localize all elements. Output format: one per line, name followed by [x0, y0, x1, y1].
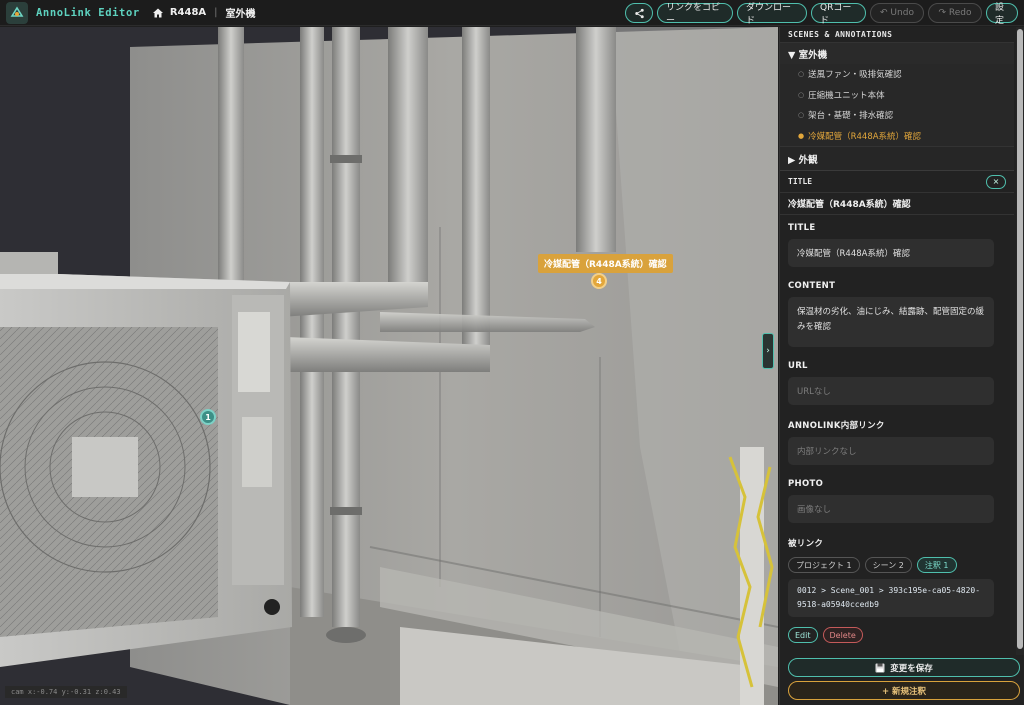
undo-button[interactable]: ↶ Undo [870, 3, 924, 23]
chip-scene[interactable]: シーン 2 [864, 557, 912, 573]
close-detail-button[interactable]: × [986, 174, 1006, 189]
backlinks-field-label: 被リンク [788, 539, 824, 549]
annotation-marker-4[interactable]: 4 [591, 273, 607, 289]
sidebar: SCENES & ANNOTATIONS ▼ 室外機 ○ 送風ファン・吸排気確認… [779, 27, 1024, 705]
download-button[interactable]: ダウンロード [737, 3, 807, 26]
toolbar-actions: リンクをコピー ダウンロード QRコード ↶ Undo ↷ Redo 設定 [625, 3, 1018, 26]
delete-button[interactable]: Delete [822, 627, 863, 643]
detail-header-label: TITLE [788, 177, 813, 186]
annolink-logo-icon[interactable] [6, 1, 28, 24]
settings-button[interactable]: 設定 [986, 3, 1018, 26]
qr-code-button[interactable]: QRコード [811, 3, 866, 26]
bullet-icon: ○ [798, 111, 805, 120]
3d-viewport[interactable]: 冷媒配管（R448A系統）確認 4 1 cam x:-0.74 y:-0.31 … [0, 27, 778, 705]
camera-coordinates: cam x:-0.74 y:-0.31 z:0.43 [5, 686, 127, 698]
bullet-icon: ● [798, 131, 805, 140]
bullet-icon: ○ [798, 90, 805, 99]
scene-group-exterior[interactable]: ▶ 外観 [780, 146, 1014, 171]
bullet-icon: ○ [798, 70, 805, 79]
content-field-label: CONTENT [788, 281, 836, 291]
copy-link-button[interactable]: リンクをコピー [657, 3, 733, 26]
backlink-path[interactable]: 0012 > Scene_001 > 393c195e-ca05-4820-95… [788, 579, 994, 617]
breadcrumb-scene: 室外機 [225, 9, 256, 20]
backlink-actions: Edit Delete [788, 627, 1014, 643]
annotation-marker-1[interactable]: 1 [200, 409, 216, 425]
photo-field[interactable]: 画像なし [788, 495, 994, 523]
sidebar-scrollbar[interactable] [1016, 27, 1024, 655]
annotation-label[interactable]: 冷媒配管（R448A系統）確認 [538, 254, 673, 273]
annotation-item-active[interactable]: ● 冷媒配管（R448A系統）確認 [780, 125, 1014, 146]
scrollbar-thumb[interactable] [1017, 29, 1023, 649]
scene-group-outdoor-unit[interactable]: ▼ 室外機 [780, 42, 1014, 64]
content-textarea[interactable]: 保温材の劣化、油にじみ、結露跡、配管固定の緩みを確認 [788, 297, 994, 347]
annotation-item[interactable]: ○ 圧縮機ユニット本体 [780, 84, 1014, 105]
scene-render [0, 27, 778, 705]
breadcrumb-project[interactable]: R448A [170, 7, 206, 18]
share-icon [634, 8, 644, 18]
chip-annotation[interactable]: 注釈 1 [916, 557, 957, 573]
app-title: AnnoLink Editor [36, 6, 140, 19]
scenes-section-header: SCENES & ANNOTATIONS [788, 30, 893, 39]
edit-button[interactable]: Edit [788, 627, 818, 643]
panel-toggle-button[interactable]: › [762, 333, 774, 369]
title-input[interactable]: 冷媒配管（R448A系統）確認 [788, 239, 994, 267]
annotation-item[interactable]: ○ 送風ファン・吸排気確認 [780, 64, 1014, 85]
detail-header: TITLE × [780, 171, 1014, 193]
new-annotation-button[interactable]: + 新規注釈 [788, 681, 1020, 700]
url-field-label: URL [788, 361, 808, 371]
top-bar: AnnoLink Editor R448A | 室外機 リンクをコピー ダウンロ… [0, 0, 1024, 26]
internal-link-field-label: ANNOLINK内部リンク [788, 421, 885, 431]
save-icon [875, 663, 885, 672]
internal-link-input[interactable]: 内部リンクなし [788, 437, 994, 465]
chip-project[interactable]: プロジェクト 1 [788, 557, 860, 573]
photo-field-label: PHOTO [788, 479, 824, 489]
save-changes-button[interactable]: 変更を保存 [788, 658, 1020, 677]
redo-button[interactable]: ↷ Redo [928, 3, 982, 23]
home-icon[interactable] [152, 7, 164, 19]
share-button[interactable] [625, 3, 653, 23]
breadcrumb-separator: | [214, 7, 218, 18]
url-input[interactable]: URLなし [788, 377, 994, 405]
selected-annotation-title: 冷媒配管（R448A系統）確認 [780, 193, 1014, 215]
title-field-label: TITLE [788, 223, 816, 233]
annotation-item[interactable]: ○ 架台・基礎・排水確認 [780, 105, 1014, 126]
backlink-filter-chips: プロジェクト 1 シーン 2 注釈 1 [788, 557, 1014, 573]
